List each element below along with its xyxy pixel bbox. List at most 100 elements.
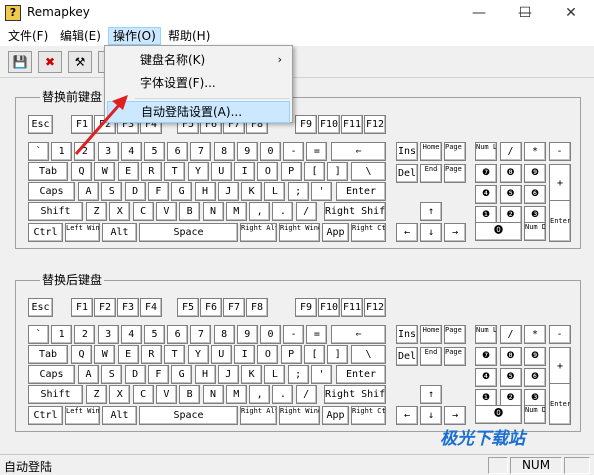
key-keys-row_z-9-kb0[interactable]: . (272, 202, 294, 221)
key-keys-nav_bottom-1-kb0[interactable]: End (420, 164, 442, 183)
key-keys-row_a-3-kb1[interactable]: D (124, 365, 146, 384)
key-keys-row_q-5-kb0[interactable]: T (164, 162, 186, 181)
key-keys-row_z-5-kb1[interactable]: B (179, 385, 201, 404)
key-keys-numpad_top-2-kb0[interactable]: * (524, 142, 546, 161)
key-keys-numpad-0-1-kb0[interactable]: ❽ (499, 164, 522, 183)
key-keys-row_z-8-kb1[interactable]: , (249, 385, 271, 404)
key-keys-num_row-6-kb1[interactable]: 6 (167, 325, 189, 344)
key-keys-row_a-1-kb0[interactable]: A (78, 182, 99, 201)
key-keys-numpad_top-1-kb0[interactable]: / (499, 142, 522, 161)
key-keys-row_ctrl-7-kb1[interactable]: Right Ctrl (351, 406, 386, 425)
key-keys-row_q-11-kb1[interactable]: [ (304, 345, 325, 364)
key-keys-numpad-0-0-kb1[interactable]: ❼ (475, 347, 497, 366)
key-keys-f-9-kb1[interactable]: F10 (318, 298, 340, 317)
key-keys-row_q-9-kb0[interactable]: O (257, 162, 279, 181)
key-keys-numpad_plus-kb0[interactable]: + (549, 164, 571, 204)
key-keys-row_a-4-kb1[interactable]: F (147, 365, 169, 384)
key-keys-row_z-1-kb1[interactable]: Z (86, 385, 107, 404)
key-keys-row_ctrl-5-kb0[interactable]: Right Windows (279, 223, 320, 242)
key-keys-nav_top-0-kb1[interactable]: Ins (396, 325, 418, 344)
key-keys-nav_bottom-1-kb1[interactable]: End (420, 347, 442, 366)
key-keys-numpad-0-2-kb0[interactable]: ❾ (524, 164, 546, 183)
key-keys-row_q-13-kb1[interactable]: \ (351, 345, 386, 364)
key-keys-row_q-2-kb1[interactable]: W (94, 345, 116, 364)
key-keys-row_z-8-kb0[interactable]: , (249, 202, 271, 221)
key-keys-row_z-7-kb1[interactable]: M (225, 385, 247, 404)
key-keys-num_row-13-kb1[interactable]: ⇐ (331, 325, 386, 344)
key-keys-numpad_top-2-kb1[interactable]: * (524, 325, 546, 344)
key-keys-row_q-8-kb1[interactable]: I (234, 345, 256, 364)
key-keys-num_row-4-kb0[interactable]: 4 (120, 142, 142, 161)
key-keys-row_ctrl-6-kb1[interactable]: App (322, 406, 349, 425)
key-keys-row_z-6-kb0[interactable]: N (202, 202, 224, 221)
key-keys-arrows-1-kb1[interactable]: ← (396, 406, 418, 425)
key-keys-num_row-3-kb0[interactable]: 3 (97, 142, 119, 161)
key-keys-num_row-7-kb1[interactable]: 7 (190, 325, 212, 344)
menu-item-font-settings[interactable]: 字体设置(F)... (107, 72, 290, 94)
key-keys-row_a-12-kb1[interactable]: Enter (336, 365, 386, 384)
key-keys-num_row-12-kb0[interactable]: = (306, 142, 328, 161)
key-keys-row_a-2-kb1[interactable]: S (101, 365, 123, 384)
key-keys-nav_bottom-0-kb0[interactable]: Del (396, 164, 418, 183)
key-keys-numpad-1-2-kb0[interactable]: ❻ (524, 185, 546, 204)
key-keys-numpad_plus-kb1[interactable]: + (549, 347, 571, 387)
key-keys-nav_top-2-kb1[interactable]: Page Up (444, 325, 466, 344)
key-keys-row_z-0-kb1[interactable]: Shift (28, 385, 83, 404)
key-keys-arrows-2-kb0[interactable]: ↓ (420, 223, 442, 242)
key-keys-row_ctrl-3-kb1[interactable]: Space (139, 406, 238, 425)
key-keys-numpad-0-0-kb0[interactable]: ❼ (475, 164, 497, 183)
key-keys-numpad_del-kb1[interactable]: Num Del (524, 405, 546, 424)
key-keys-row_z-6-kb1[interactable]: N (202, 385, 224, 404)
key-keys-row_z-2-kb0[interactable]: X (109, 202, 131, 221)
key-keys-row_a-7-kb1[interactable]: J (217, 365, 239, 384)
key-keys-f-8-kb0[interactable]: F9 (295, 115, 317, 134)
key-keys-row_q-0-kb1[interactable]: Tab (28, 345, 68, 364)
key-keys-num_row-13-kb0[interactable]: ⇐ (331, 142, 386, 161)
key-keys-num_row-10-kb0[interactable]: 0 (260, 142, 281, 161)
key-keys-numpad_top-0-kb1[interactable]: Num Lock (475, 325, 497, 344)
menu-help[interactable]: 帮助(H) (164, 27, 214, 45)
key-keys-nav_top-0-kb0[interactable]: Ins (396, 142, 418, 161)
key-keys-f-9-kb0[interactable]: F10 (318, 115, 340, 134)
key-keys-row_q-12-kb0[interactable]: ] (327, 162, 349, 181)
key-keys-f-1-kb1[interactable]: F2 (94, 298, 116, 317)
key-keys-numpad_enter-kb1[interactable]: Enter (549, 383, 571, 425)
key-keys-row_ctrl-2-kb1[interactable]: Alt (102, 406, 137, 425)
key-keys-row_a-9-kb0[interactable]: L (264, 182, 286, 201)
key-keys-num_row-9-kb1[interactable]: 9 (236, 325, 258, 344)
key-keys-numpad-1-0-kb1[interactable]: ❹ (475, 368, 497, 387)
key-keys-f-0-kb1[interactable]: F1 (71, 298, 93, 317)
key-keys-numpad_top-3-kb1[interactable]: - (548, 325, 571, 344)
key-keys-row_a-9-kb1[interactable]: L (264, 365, 286, 384)
key-keys-f-6-kb1[interactable]: F7 (223, 298, 245, 317)
key-keys-f-3-kb1[interactable]: F4 (140, 298, 162, 317)
key-keys-row_a-5-kb1[interactable]: G (171, 365, 193, 384)
key-keys-num_row-8-kb1[interactable]: 8 (213, 325, 235, 344)
maximize-button[interactable]: ☐ (502, 0, 548, 26)
key-keys-arrows-2-kb1[interactable]: ↓ (420, 406, 442, 425)
key-keys-row_q-0-kb0[interactable]: Tab (28, 162, 68, 181)
key-keys-row_ctrl-0-kb0[interactable]: Ctrl (28, 223, 63, 242)
key-keys-row_a-12-kb0[interactable]: Enter (336, 182, 386, 201)
key-keys-row_q-13-kb0[interactable]: \ (351, 162, 386, 181)
key-keys-row_a-0-kb0[interactable]: Caps (28, 182, 75, 201)
key-keys-row_a-6-kb1[interactable]: H (194, 365, 216, 384)
key-keys-row_q-10-kb1[interactable]: P (280, 345, 302, 364)
key-keys-nav_bottom-2-kb0[interactable]: Page Down (444, 164, 466, 183)
key-keys-numpad_0-kb1[interactable]: ⓿ (475, 405, 522, 424)
key-keys-row_z-1-kb0[interactable]: Z (86, 202, 107, 221)
key-keys-row_q-4-kb0[interactable]: R (140, 162, 162, 181)
key-keys-num_row-2-kb0[interactable]: 2 (74, 142, 96, 161)
key-keys-row_z-5-kb0[interactable]: B (179, 202, 201, 221)
key-keys-num_row-1-kb0[interactable]: 1 (51, 142, 73, 161)
key-keys-numpad_top-0-kb0[interactable]: Num Lock (475, 142, 497, 161)
key-keys-row_q-7-kb0[interactable]: U (210, 162, 232, 181)
key-keys-row_q-1-kb0[interactable]: Q (71, 162, 92, 181)
key-keys-row_a-4-kb0[interactable]: F (147, 182, 169, 201)
key-keys-nav_top-1-kb1[interactable]: Home (420, 325, 442, 344)
key-keys-num_row-1-kb1[interactable]: 1 (51, 325, 73, 344)
key-keys-row_z-9-kb1[interactable]: . (272, 385, 294, 404)
key-keys-num_row-10-kb1[interactable]: 0 (260, 325, 281, 344)
key-keys-numpad_top-3-kb0[interactable]: - (548, 142, 571, 161)
key-keys-row_ctrl-0-kb1[interactable]: Ctrl (28, 406, 63, 425)
